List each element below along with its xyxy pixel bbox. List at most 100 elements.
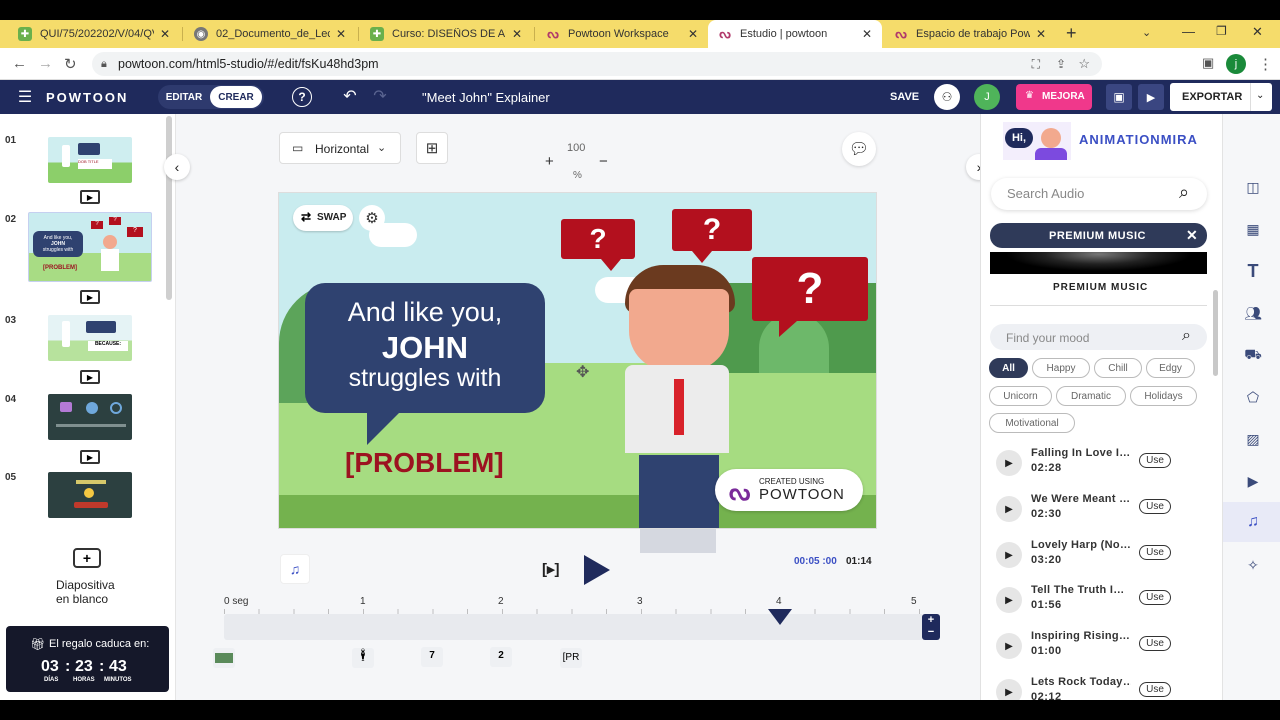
mood-chip-all[interactable]: All — [989, 358, 1028, 378]
settings-gear-icon[interactable]: ⚙ — [359, 205, 385, 231]
browser-tab-active[interactable]: ᔓ Estudio | powtoon ✕ — [708, 20, 882, 48]
add-collaborator-icon[interactable]: ⚇ — [934, 84, 960, 110]
redo-icon[interactable]: ↷ — [370, 86, 390, 106]
tab-close-icon[interactable]: ✕ — [160, 27, 170, 41]
layer-thumb[interactable]: 7 — [421, 647, 443, 667]
question-bubble[interactable]: ? — [561, 219, 635, 259]
premium-music-banner[interactable] — [990, 252, 1207, 274]
mood-chip[interactable]: Unicorn — [989, 386, 1052, 406]
slide-stage[interactable]: ⇄ SWAP ⚙ And like you, JOHN struggles wi… — [278, 192, 877, 529]
question-bubble[interactable]: ? — [672, 209, 752, 251]
question-bubble[interactable]: ? — [752, 257, 868, 321]
lock-icon[interactable]: 🔒︎ — [101, 52, 107, 76]
tab-search-icon[interactable]: ⌄ — [1142, 26, 1151, 39]
undo-icon[interactable]: ↶ — [340, 86, 360, 106]
layer-thumb[interactable]: 2 — [490, 647, 512, 667]
search-audio-input[interactable]: Search Audio ⌕ — [991, 178, 1207, 210]
forward-icon[interactable]: → — [38, 55, 53, 72]
zoom-out-button[interactable]: − — [599, 153, 608, 170]
track-item[interactable]: ▶ Tell The Truth I… 01:56 Use — [996, 584, 1206, 618]
track-item[interactable]: ▶ We Were Meant … 02:30 Use — [996, 493, 1206, 527]
minimize-icon[interactable]: — — [1182, 24, 1195, 39]
help-icon[interactable]: ? — [292, 87, 312, 107]
gift-countdown[interactable]: 🎁︎ El regalo caduca en: 03 : 23 : 43 DÍA… — [6, 626, 169, 692]
premium-music-filter-chip[interactable]: PREMIUM MUSIC ✕ — [990, 223, 1207, 248]
layout-icon[interactable]: ◫ — [1241, 176, 1265, 198]
use-track-button[interactable]: Use — [1139, 590, 1171, 605]
mood-chip[interactable]: Happy — [1032, 358, 1090, 378]
search-icon[interactable]: ⌕ — [1182, 327, 1191, 345]
hamburger-menu-icon[interactable]: ☰ — [16, 89, 34, 106]
maximize-icon[interactable]: ❐ — [1216, 24, 1227, 38]
account-name[interactable]: ANIMATIONMIRA — [1079, 132, 1198, 147]
powtoon-logo[interactable]: POWTOON — [46, 88, 128, 106]
slide-thumbnail[interactable]: BECAUSE: — [48, 315, 132, 361]
play-track-icon[interactable]: ▶ — [996, 679, 1022, 700]
track-item[interactable]: ▶ Lovely Harp (No… 03:20 Use — [996, 539, 1206, 573]
mood-chip[interactable]: Chill — [1094, 358, 1142, 378]
tab-close-icon[interactable]: ✕ — [1036, 27, 1046, 41]
video-icon[interactable]: ▶ — [1241, 470, 1265, 492]
play-track-icon[interactable]: ▶ — [996, 633, 1022, 659]
slide-thumbnail[interactable] — [48, 472, 132, 518]
browser-menu-icon[interactable]: ⋮ — [1258, 55, 1273, 73]
slide-thumbnail[interactable] — [48, 394, 132, 440]
mood-chip[interactable]: Dramatic — [1056, 386, 1126, 406]
slide-thumbnail-selected[interactable]: And like you, JOHN struggles with [PROBLEM… — [28, 212, 152, 282]
swap-button[interactable]: ⇄ SWAP — [293, 205, 353, 231]
browser-tab[interactable]: ✚QUI/75/202202/V/04/QV04✕ — [8, 20, 180, 48]
user-avatar[interactable]: J — [974, 84, 1000, 110]
comment-icon[interactable]: 💬︎ — [842, 132, 876, 166]
play-track-icon[interactable]: ▶ — [996, 542, 1022, 568]
orientation-select[interactable]: ▭ Horizontal ⌄ — [279, 132, 401, 164]
bookmark-star-icon[interactable]: ☆ — [1078, 52, 1090, 76]
project-title[interactable]: "Meet John" Explainer — [422, 88, 550, 106]
music-note-icon[interactable]: ♫ — [280, 554, 310, 584]
grid-icon[interactable]: ⊞ — [416, 132, 448, 164]
close-window-icon[interactable]: ✕ — [1252, 24, 1263, 40]
track-item[interactable]: ▶ Inspiring Rising… 01:00 Use — [996, 630, 1206, 664]
characters-icon[interactable]: 👥︎ — [1241, 302, 1265, 324]
track-item[interactable]: ▶ Falling In Love I… 02:28 Use — [996, 447, 1206, 481]
tab-close-icon[interactable]: ✕ — [688, 27, 698, 41]
timeline-track[interactable] — [224, 614, 924, 640]
add-blank-slide-icon[interactable]: + — [73, 548, 101, 568]
track-item[interactable]: ▶ Lets Rock Today… 02:12 Use — [996, 676, 1206, 700]
use-track-button[interactable]: Use — [1139, 636, 1171, 651]
mood-chip[interactable]: Motivational — [989, 413, 1075, 433]
play-track-icon[interactable]: ▶ — [996, 587, 1022, 613]
use-track-button[interactable]: Use — [1139, 682, 1171, 697]
transition-icon[interactable]: ▶ — [80, 290, 100, 304]
search-icon[interactable]: ⌕ — [1179, 182, 1189, 203]
close-icon[interactable]: ✕ — [1186, 227, 1198, 244]
play-preview-icon[interactable]: ▶ — [1138, 84, 1164, 110]
created-using-badge[interactable]: ᔓ CREATED USING POWTOON — [715, 469, 863, 511]
profile-avatar[interactable]: j — [1226, 54, 1246, 74]
preview-screen-icon[interactable]: ▣ — [1106, 84, 1132, 110]
background-pattern-icon[interactable]: ▦ — [1241, 218, 1265, 240]
blank-slide-button[interactable]: Diapositiva en blanco — [56, 578, 115, 606]
share-icon[interactable]: ⇪ — [1056, 52, 1066, 76]
transition-icon[interactable]: ▶ — [80, 190, 100, 204]
play-from-slide-icon[interactable]: [▸] — [542, 560, 560, 578]
new-tab-icon[interactable]: + — [1066, 23, 1077, 44]
url-field[interactable]: 🔒︎ powtoon.com/html5-studio/#/edit/fsKu4… — [92, 52, 1102, 76]
mood-chip[interactable]: Edgy — [1146, 358, 1195, 378]
play-button[interactable] — [584, 555, 610, 585]
back-icon[interactable]: ← — [12, 55, 27, 72]
timeline-playhead[interactable] — [768, 609, 792, 625]
browser-tab[interactable]: ✚Curso: DISEÑOS DE AULAS✕ — [360, 20, 532, 48]
browser-tab[interactable]: ᔓ Powtoon Workspace ✕ — [536, 20, 708, 48]
tab-close-icon[interactable]: ✕ — [862, 27, 872, 41]
browser-tab[interactable]: ◉02_Documento_de_Lectura✕ — [184, 20, 356, 48]
browser-tab[interactable]: ᔓEspacio de trabajo Powtoon✕ — [884, 20, 1056, 48]
audio-panel-scrollbar[interactable] — [1213, 290, 1218, 376]
play-track-icon[interactable]: ▶ — [996, 450, 1022, 476]
use-track-button[interactable]: Use — [1139, 453, 1171, 468]
shapes-icon[interactable]: ⬠ — [1241, 386, 1265, 408]
layer-thumb[interactable]: [PR — [560, 648, 582, 668]
save-button[interactable]: SAVE — [890, 89, 919, 105]
use-track-button[interactable]: Use — [1139, 545, 1171, 560]
collapse-left-panel-icon[interactable]: ‹ — [164, 154, 190, 180]
effects-icon[interactable]: ✧ — [1241, 554, 1265, 576]
